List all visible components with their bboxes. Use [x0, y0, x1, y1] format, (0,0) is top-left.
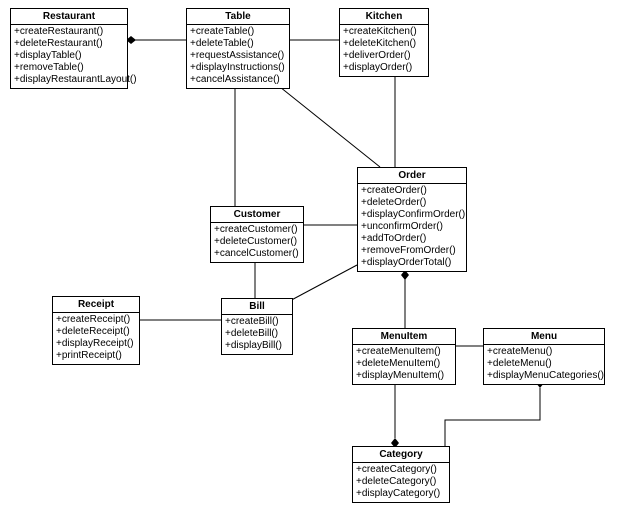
class-title: Receipt — [53, 297, 139, 313]
method: +deleteRestaurant() — [14, 38, 124, 50]
class-title: Restaurant — [11, 9, 127, 25]
method: +createCategory() — [356, 464, 446, 476]
class-menu: Menu +createMenu() +deleteMenu() +displa… — [483, 328, 605, 385]
method: +createBill() — [225, 316, 289, 328]
method: +createOrder() — [361, 185, 463, 197]
class-title: Category — [353, 447, 449, 463]
method: +requestAssistance() — [190, 50, 286, 62]
method: +unconfirmOrder() — [361, 221, 463, 233]
method: +displayRestaurantLayout() — [14, 74, 124, 86]
class-methods: +createCustomer() +deleteCustomer() +can… — [211, 223, 303, 262]
class-menuitem: MenuItem +createMenuItem() +deleteMenuIt… — [352, 328, 456, 385]
method: +createRestaurant() — [14, 26, 124, 38]
class-methods: +createOrder() +deleteOrder() +displayCo… — [358, 184, 466, 271]
method: +displayBill() — [225, 340, 289, 352]
class-title: Order — [358, 168, 466, 184]
method: +cancelAssistance() — [190, 74, 286, 86]
method: +displayInstructions() — [190, 62, 286, 74]
method: +deleteMenu() — [487, 358, 601, 370]
method: +displayReceipt() — [56, 338, 136, 350]
method: +removeTable() — [14, 62, 124, 74]
method: +createKitchen() — [343, 26, 425, 38]
class-methods: +createReceipt() +deleteReceipt() +displ… — [53, 313, 139, 364]
method: +deleteReceipt() — [56, 326, 136, 338]
method: +deleteOrder() — [361, 197, 463, 209]
class-title: Customer — [211, 207, 303, 223]
class-title: MenuItem — [353, 329, 455, 345]
method: +displayOrder() — [343, 62, 425, 74]
class-category: Category +createCategory() +deleteCatego… — [352, 446, 450, 503]
class-title: Bill — [222, 299, 292, 315]
method: +createCustomer() — [214, 224, 300, 236]
class-restaurant: Restaurant +createRestaurant() +deleteRe… — [10, 8, 128, 89]
method: +createReceipt() — [56, 314, 136, 326]
class-title: Table — [187, 9, 289, 25]
method: +displayMenuCategories() — [487, 370, 601, 382]
class-table: Table +createTable() +deleteTable() +req… — [186, 8, 290, 89]
class-title: Kitchen — [340, 9, 428, 25]
class-order: Order +createOrder() +deleteOrder() +dis… — [357, 167, 467, 272]
method: +deliverOrder() — [343, 50, 425, 62]
method: +displayConfirmOrder() — [361, 209, 463, 221]
method: +deleteCategory() — [356, 476, 446, 488]
class-receipt: Receipt +createReceipt() +deleteReceipt(… — [52, 296, 140, 365]
class-methods: +createMenu() +deleteMenu() +displayMenu… — [484, 345, 604, 384]
class-methods: +createMenuItem() +deleteMenuItem() +dis… — [353, 345, 455, 384]
class-methods: +createKitchen() +deleteKitchen() +deliv… — [340, 25, 428, 76]
method: +addToOrder() — [361, 233, 463, 245]
method: +cancelCustomer() — [214, 248, 300, 260]
class-customer: Customer +createCustomer() +deleteCustom… — [210, 206, 304, 263]
class-methods: +createCategory() +deleteCategory() +dis… — [353, 463, 449, 502]
method: +displayCategory() — [356, 488, 446, 500]
method: +removeFromOrder() — [361, 245, 463, 257]
method: +createMenuItem() — [356, 346, 452, 358]
class-kitchen: Kitchen +createKitchen() +deleteKitchen(… — [339, 8, 429, 77]
method: +deleteTable() — [190, 38, 286, 50]
method: +deleteMenuItem() — [356, 358, 452, 370]
class-methods: +createTable() +deleteTable() +requestAs… — [187, 25, 289, 88]
class-methods: +createBill() +deleteBill() +displayBill… — [222, 315, 292, 354]
method: +displayOrderTotal() — [361, 257, 463, 269]
method: +displayMenuItem() — [356, 370, 452, 382]
class-title: Menu — [484, 329, 604, 345]
class-methods: +createRestaurant() +deleteRestaurant() … — [11, 25, 127, 88]
class-bill: Bill +createBill() +deleteBill() +displa… — [221, 298, 293, 355]
method: +deleteKitchen() — [343, 38, 425, 50]
method: +printReceipt() — [56, 350, 136, 362]
method: +displayTable() — [14, 50, 124, 62]
method: +createMenu() — [487, 346, 601, 358]
method: +deleteCustomer() — [214, 236, 300, 248]
method: +deleteBill() — [225, 328, 289, 340]
method: +createTable() — [190, 26, 286, 38]
